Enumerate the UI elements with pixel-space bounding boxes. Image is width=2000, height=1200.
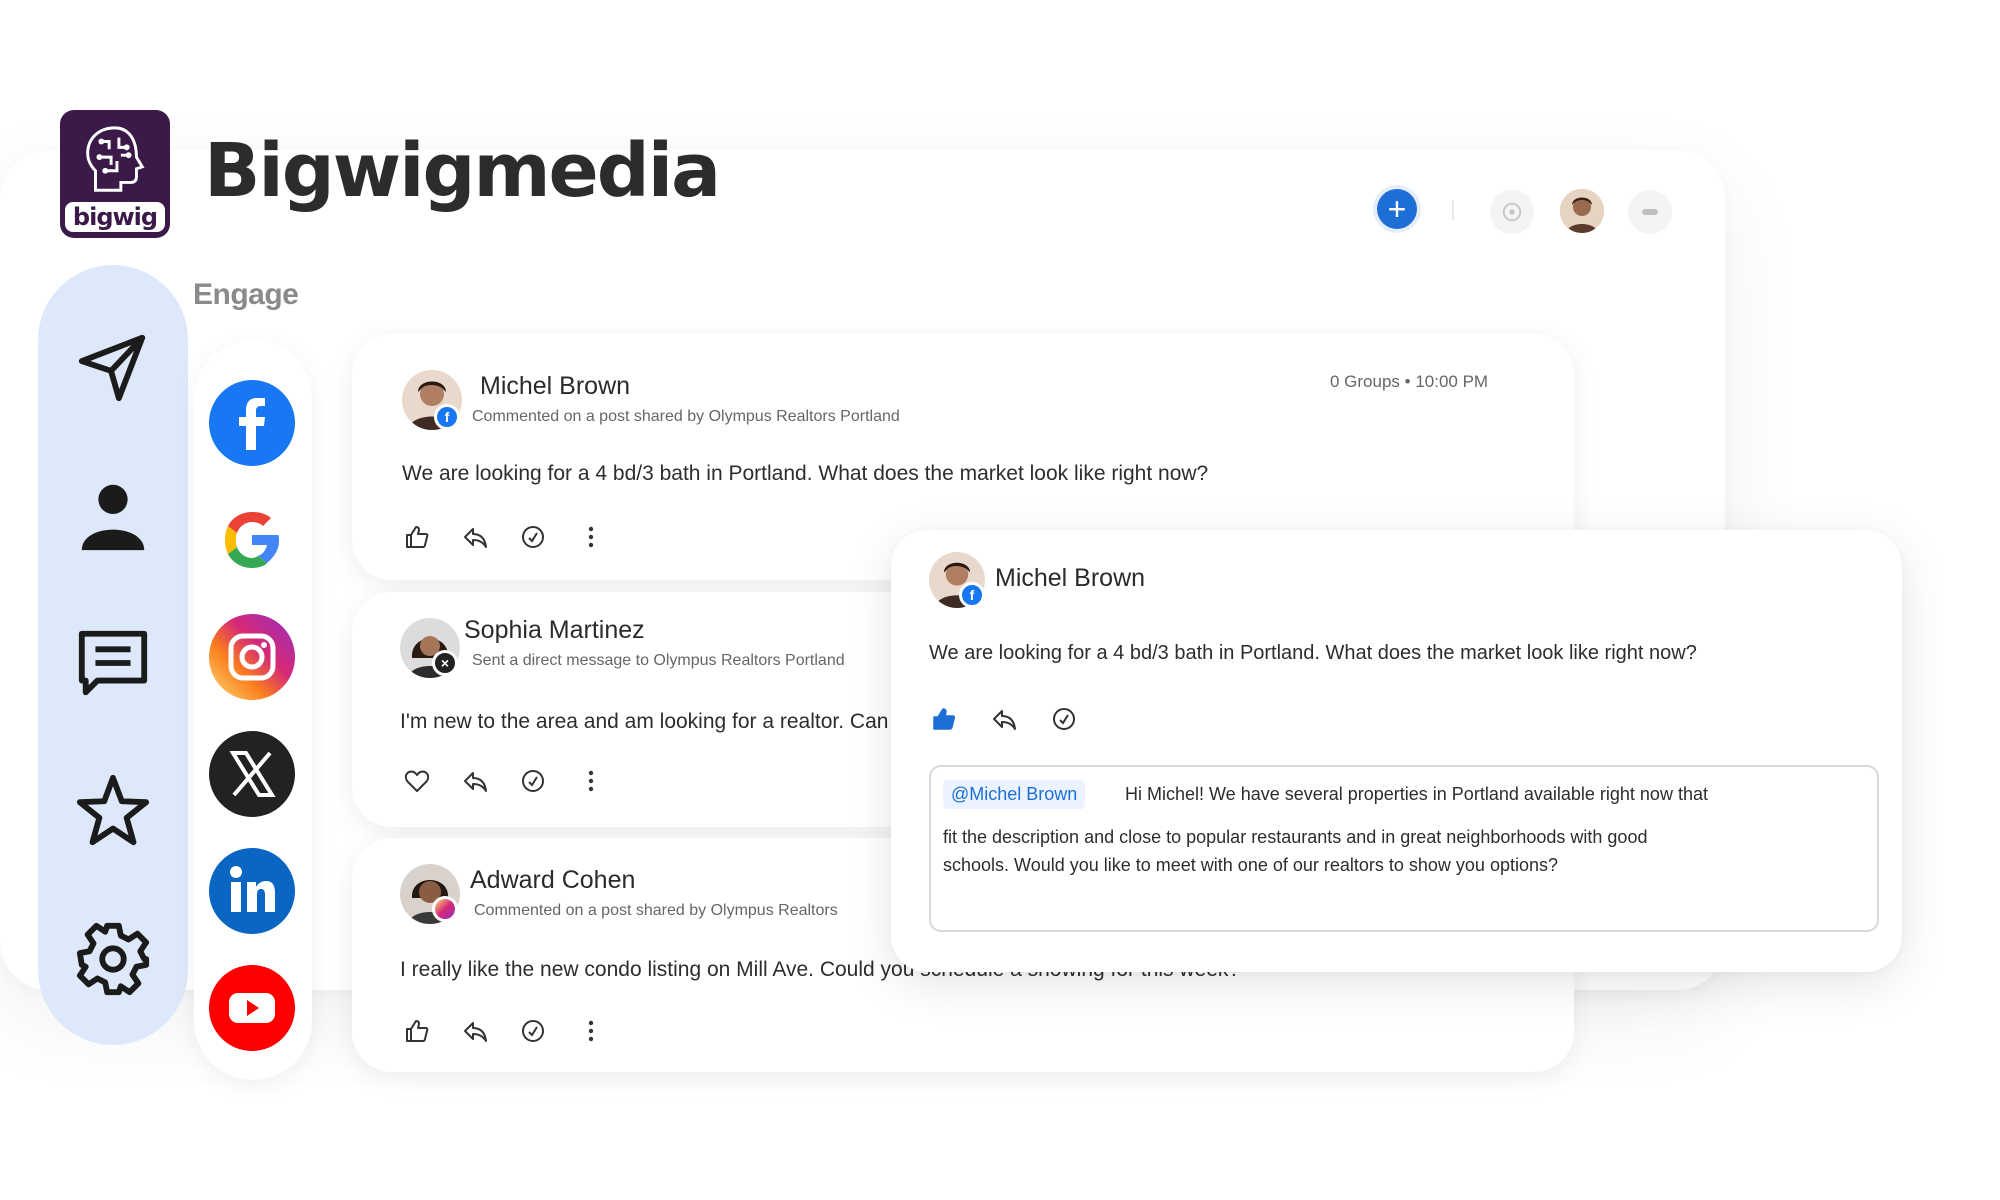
platform-facebook[interactable] xyxy=(209,380,295,466)
kebab-icon xyxy=(588,1020,594,1042)
reply-line-1: Hi Michel! We have several properties in… xyxy=(1125,784,1708,804)
kebab-icon xyxy=(588,770,594,792)
post-text: We are looking for a 4 bd/3 bath in Port… xyxy=(402,462,1209,485)
brain-head-icon xyxy=(86,126,145,192)
youtube-icon xyxy=(209,965,295,1051)
stage: bigwig Bigwigmedia Engage + f Michel Bro… xyxy=(0,0,2000,1200)
instagram-icon xyxy=(209,614,295,700)
x-badge-icon: × xyxy=(432,650,458,676)
user-avatar[interactable] xyxy=(1560,189,1604,233)
sidebar-nav xyxy=(38,265,188,1045)
like-button[interactable] xyxy=(929,704,959,734)
popup-text: We are looking for a 4 bd/3 bath in Port… xyxy=(929,642,1697,664)
check-circle-icon xyxy=(1053,708,1075,730)
reply-line-2: fit the description and close to popular… xyxy=(943,827,1648,847)
gear-icon xyxy=(76,922,150,996)
resolve-button[interactable] xyxy=(518,522,548,552)
more-icon xyxy=(1642,209,1658,215)
resolve-button[interactable] xyxy=(518,1016,548,1046)
like-button[interactable] xyxy=(402,766,432,796)
mention-tag[interactable]: @Michel Brown xyxy=(943,780,1086,809)
heart-icon xyxy=(404,770,430,792)
check-circle-icon xyxy=(522,526,544,548)
post-text: I'm new to the area and am looking for a… xyxy=(400,710,890,733)
post-author[interactable]: Sophia Martinez xyxy=(464,616,645,645)
post-time: 0 Groups • 10:00 PM xyxy=(1330,372,1489,391)
facebook-badge-icon: f xyxy=(959,582,985,608)
post-author[interactable]: Adward Cohen xyxy=(470,866,635,895)
like-button[interactable] xyxy=(402,1016,432,1046)
reply-icon xyxy=(464,1022,487,1042)
platform-instagram[interactable] xyxy=(209,614,295,700)
popup-author[interactable]: Michel Brown xyxy=(995,564,1145,593)
post-subtitle: Commented on a post shared by Olympus Re… xyxy=(474,902,838,919)
reply-line-3: schools. Would you like to meet with one… xyxy=(943,855,1558,875)
reply-textarea[interactable]: @Michel Brown Hi Michel! We have several… xyxy=(929,765,1879,932)
thumbs-up-icon xyxy=(406,1020,429,1042)
sidebar-item-settings[interactable] xyxy=(73,919,153,999)
logo-wordmark: bigwig xyxy=(65,202,165,232)
plus-icon: + xyxy=(1387,191,1407,227)
reply-panel: f Michel Brown We are looking for a 4 bd… xyxy=(891,530,1902,972)
user-icon xyxy=(81,484,145,551)
reply-icon xyxy=(464,528,487,548)
reply-button[interactable] xyxy=(460,522,490,552)
header-divider xyxy=(1452,200,1454,220)
add-button[interactable]: + xyxy=(1377,189,1417,229)
post-subtitle: Commented on a post shared by Olympus Re… xyxy=(472,408,900,425)
sidebar-item-messages[interactable] xyxy=(73,623,153,703)
like-button[interactable] xyxy=(402,522,432,552)
more-options-button[interactable] xyxy=(576,766,606,796)
platform-youtube[interactable] xyxy=(209,965,295,1051)
brand-logo: bigwig xyxy=(60,110,170,238)
kebab-icon xyxy=(588,526,594,548)
reply-button[interactable] xyxy=(989,704,1019,734)
more-button[interactable] xyxy=(1628,190,1672,234)
platform-list xyxy=(194,340,312,1080)
post-subtitle: Sent a direct message to Olympus Realtor… xyxy=(472,652,845,669)
facebook-badge-icon: f xyxy=(434,404,460,430)
google-icon xyxy=(225,512,279,568)
sidebar-item-favorites[interactable] xyxy=(73,771,153,851)
thumbs-up-filled-icon xyxy=(933,708,956,730)
platform-x[interactable] xyxy=(209,731,295,817)
check-circle-icon xyxy=(522,770,544,792)
more-options-button[interactable] xyxy=(576,522,606,552)
resolve-button[interactable] xyxy=(518,766,548,796)
sidebar-item-send[interactable] xyxy=(73,327,153,407)
platform-linkedin[interactable] xyxy=(209,848,295,934)
page-title: Engage xyxy=(193,278,299,311)
eye-icon xyxy=(1502,202,1522,222)
linkedin-icon xyxy=(209,848,295,934)
platform-google[interactable] xyxy=(209,497,295,583)
instagram-badge-icon xyxy=(432,896,458,922)
post-author[interactable]: Michel Brown xyxy=(480,372,630,401)
reply-button[interactable] xyxy=(460,1016,490,1046)
reply-icon xyxy=(464,772,487,792)
brand-name: Bigwigmedia xyxy=(204,128,721,214)
paper-plane-icon xyxy=(78,334,146,402)
post-actions xyxy=(402,1016,606,1046)
check-circle-icon xyxy=(522,1020,544,1042)
message-icon xyxy=(78,630,148,696)
star-icon xyxy=(76,774,150,846)
avatar-image xyxy=(1560,189,1604,233)
reply-button[interactable] xyxy=(460,766,490,796)
post-actions xyxy=(402,766,606,796)
facebook-icon xyxy=(209,380,295,466)
reply-icon xyxy=(993,710,1016,730)
post-actions xyxy=(402,522,606,552)
thumbs-up-icon xyxy=(406,526,429,548)
x-icon xyxy=(209,731,295,817)
view-button[interactable] xyxy=(1490,190,1534,234)
more-options-button[interactable] xyxy=(576,1016,606,1046)
popup-actions xyxy=(929,704,1079,734)
resolve-button[interactable] xyxy=(1049,704,1079,734)
sidebar-item-contacts[interactable] xyxy=(73,475,153,555)
